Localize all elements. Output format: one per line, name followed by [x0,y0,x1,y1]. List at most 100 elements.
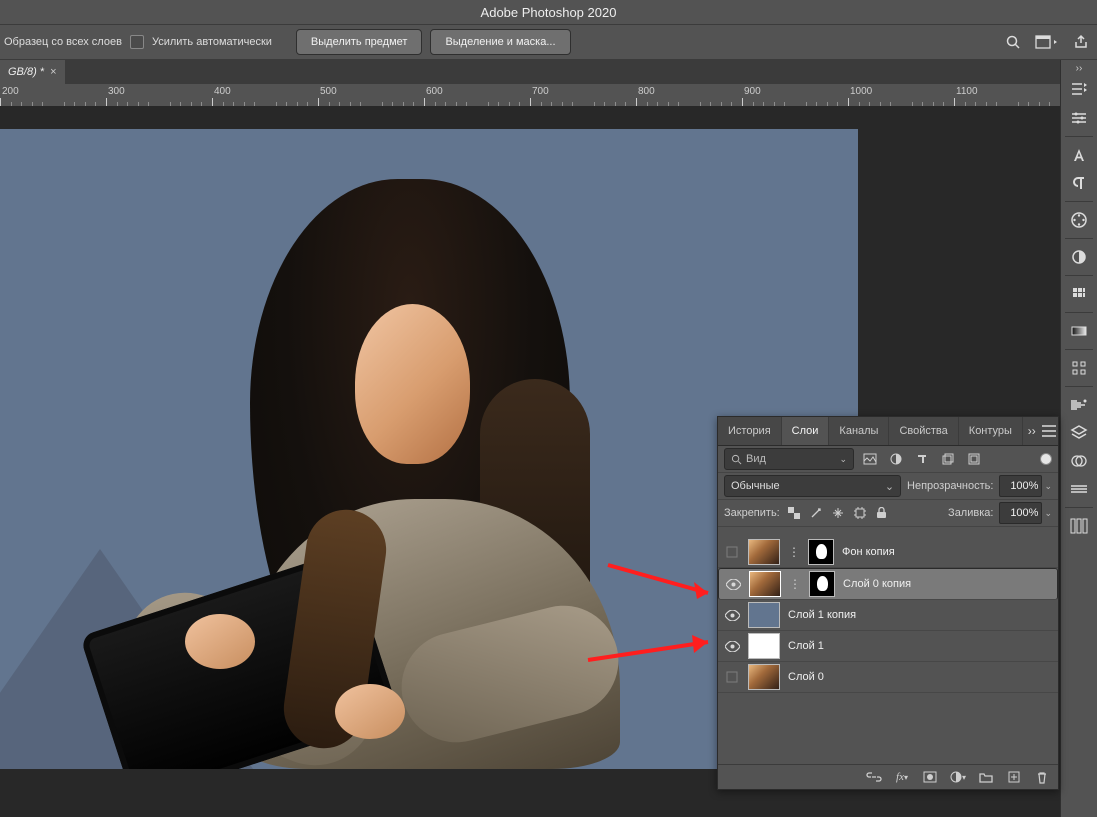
subject-hand-left [185,614,255,669]
select-and-mask-button[interactable]: Выделение и маска... [430,29,570,55]
chevron-down-icon: ⌄ [1044,481,1052,492]
layer-mask-icon[interactable] [922,769,938,785]
search-icon[interactable] [1005,34,1021,50]
auto-enhance-checkbox[interactable] [130,35,144,49]
panel-footer: fx▾ ▾ [718,764,1058,789]
opacity-label: Непрозрачность: [907,480,993,492]
visibility-toggle[interactable] [725,576,741,592]
app-title: Adobe Photoshop 2020 [481,5,617,20]
lock-position-icon[interactable] [830,505,846,521]
fill-input[interactable] [999,502,1042,524]
layers-panel: История Слои Каналы Свойства Контуры ›› … [717,416,1059,790]
share-icon[interactable] [1073,34,1089,50]
layer-mask-thumbnail[interactable] [808,539,834,565]
paths-icon[interactable] [1061,475,1097,503]
brush-settings-icon[interactable] [1061,104,1097,132]
paragraph-icon[interactable] [1061,169,1097,197]
filter-smart-icon[interactable] [964,449,984,469]
visibility-toggle[interactable] [724,544,740,560]
filter-shape-icon[interactable] [938,449,958,469]
visibility-toggle[interactable] [724,669,740,685]
select-and-mask-label: Выделение и маска... [445,36,555,48]
search-icon [731,454,742,465]
layer-filter-select[interactable]: Вид ⌄ [724,448,854,470]
tab-channels[interactable]: Каналы [829,417,889,445]
panel-menu-icon[interactable] [1040,417,1058,445]
brushes-icon[interactable] [1061,76,1097,104]
group-icon[interactable] [978,769,994,785]
blend-mode-select[interactable]: Обычные ⌄ [724,475,901,497]
layer-name[interactable]: Слой 1 копия [788,609,856,621]
link-mask-icon[interactable]: ⋮ [789,577,801,591]
layer-thumbnail[interactable] [748,664,780,690]
filter-pixel-icon[interactable] [860,449,880,469]
layer-name[interactable]: Слой 0 [788,671,824,683]
document-tab-label: GB/8) * [8,66,44,78]
tab-paths[interactable]: Контуры [959,417,1023,445]
patterns-icon[interactable] [1061,280,1097,308]
layer-row[interactable]: ⋮ Слой 0 копия [718,568,1058,600]
delete-layer-icon[interactable] [1034,769,1050,785]
layer-thumbnail[interactable] [748,633,780,659]
lock-all-icon[interactable] [874,505,890,521]
opacity-input[interactable] [999,475,1042,497]
layer-thumbnail[interactable] [748,602,780,628]
layer-thumbnail[interactable] [749,571,781,597]
lock-artboard-icon[interactable] [852,505,868,521]
libraries-icon[interactable] [1061,391,1097,419]
tab-history[interactable]: История [718,417,782,445]
layer-mask-thumbnail[interactable] [809,571,835,597]
channels-icon[interactable] [1061,447,1097,475]
layer-row[interactable]: Слой 1 копия [718,600,1058,631]
adjustments-icon[interactable] [1061,354,1097,382]
opacity-field[interactable]: ⌄ [999,475,1052,497]
lock-label: Закрепить: [724,507,780,519]
layer-list[interactable]: ⋮ Фон копия ⋮ Слой 0 копия Слой 1 копия Слой … [718,537,1058,765]
layer-row[interactable]: Слой 1 [718,631,1058,662]
lock-pixels-icon[interactable] [808,505,824,521]
subject-face [355,304,470,464]
link-layers-icon[interactable] [866,769,882,785]
select-subject-button[interactable]: Выделить предмет [296,29,423,55]
layer-row[interactable]: ⋮ Фон копия [718,537,1058,568]
layer-filter-row: Вид ⌄ [718,446,1058,473]
adjustment-layer-icon[interactable]: ▾ [950,769,966,785]
collapse-strip-icon[interactable]: ›› [1061,60,1097,76]
filter-toggle[interactable] [1040,453,1052,465]
auto-enhance-label: Усилить автоматически [152,36,272,48]
actions-icon[interactable] [1061,512,1097,540]
blend-opacity-row: Обычные ⌄ Непрозрачность: ⌄ [718,473,1058,500]
layers-icon[interactable] [1061,419,1097,447]
right-panel-strip: ›› [1060,60,1097,817]
chevron-down-icon: ⌄ [1044,508,1052,519]
document-tabs: GB/8) * × [0,60,1061,84]
fill-field[interactable]: ⌄ [999,502,1052,524]
document-tab[interactable]: GB/8) * × [0,60,65,84]
filter-adjust-icon[interactable] [886,449,906,469]
gradients-icon[interactable] [1061,317,1097,345]
layer-filter-label: Вид [746,453,835,465]
visibility-toggle[interactable] [724,607,740,623]
character-icon[interactable] [1061,141,1097,169]
fx-icon[interactable]: fx▾ [894,769,910,785]
swatches-icon[interactable] [1061,243,1097,271]
tab-properties[interactable]: Свойства [889,417,958,445]
tab-layers[interactable]: Слои [782,417,830,445]
close-tab-icon[interactable]: × [50,66,56,78]
lock-transparency-icon[interactable] [786,505,802,521]
panel-expand-icon[interactable]: ›› [1023,417,1041,445]
layer-name[interactable]: Слой 0 копия [843,578,911,590]
new-layer-icon[interactable] [1006,769,1022,785]
color-icon[interactable] [1061,206,1097,234]
panel-tabs: История Слои Каналы Свойства Контуры ›› [718,417,1058,446]
options-bar: Образец со всех слоев Усилить автоматиче… [0,24,1097,60]
filter-text-icon[interactable] [912,449,932,469]
link-mask-icon[interactable]: ⋮ [788,545,800,559]
layer-row[interactable]: Слой 0 [718,662,1058,693]
layer-thumbnail[interactable] [748,539,780,565]
layer-name[interactable]: Слой 1 [788,640,824,652]
layer-name[interactable]: Фон копия [842,546,895,558]
screen-mode-icon[interactable] [1035,34,1059,50]
visibility-toggle[interactable] [724,638,740,654]
ruler-horizontal[interactable]: 200300400500600700800900100011001200 [0,84,1061,107]
